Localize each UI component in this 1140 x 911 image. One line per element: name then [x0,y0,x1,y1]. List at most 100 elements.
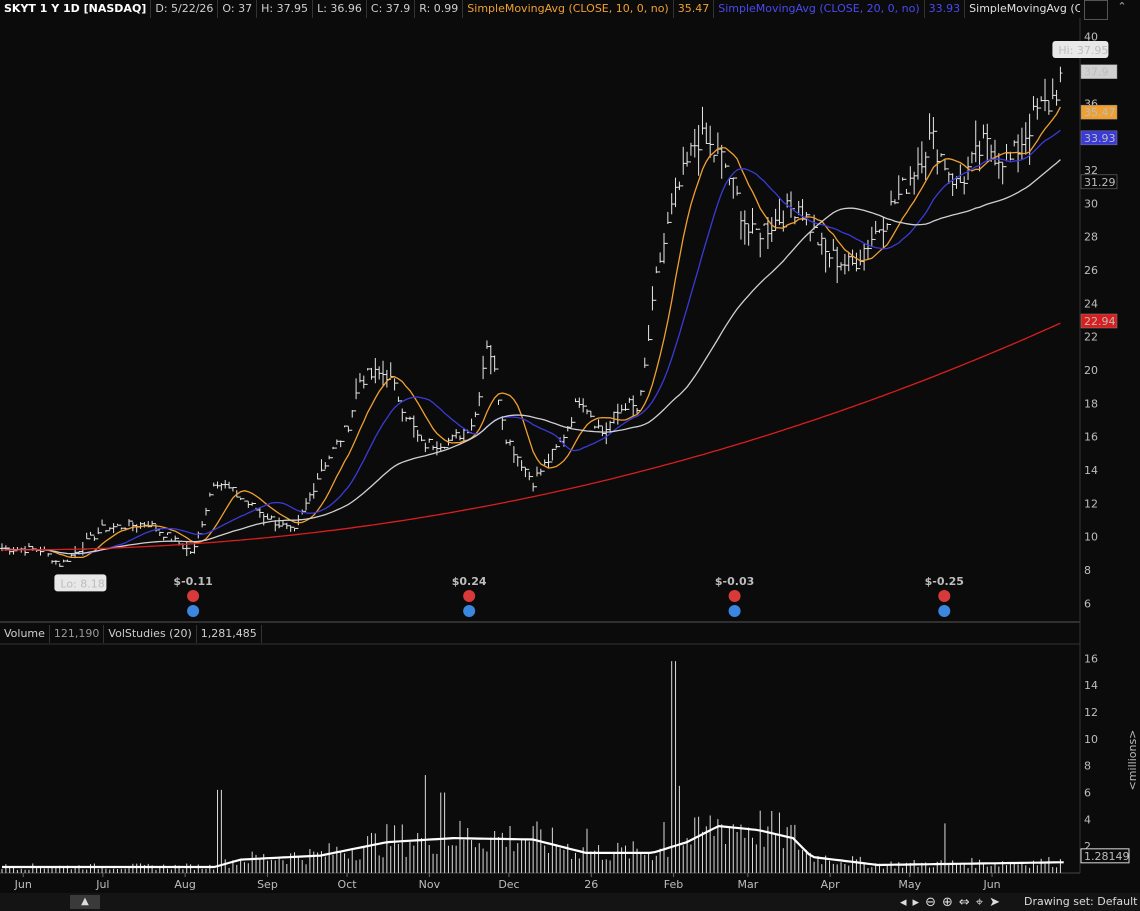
price-bar [854,252,859,272]
volstudies-label[interactable]: VolStudies (20) [104,625,197,643]
price-bar [307,492,312,504]
price-bar [581,398,586,413]
price-bar [1046,100,1051,115]
price-bar [665,211,670,244]
price-bar [611,411,616,424]
price-bar [11,547,16,555]
price-bar [134,524,139,533]
price-bar [958,164,963,183]
chevron-right-icon[interactable]: ▸ [913,895,920,910]
price-bar [935,130,940,175]
price-bar [592,415,597,429]
price-bar [654,266,659,301]
price-bar [846,252,851,272]
price-bar [311,483,316,499]
price-bar [623,403,628,411]
price-bar [488,345,493,375]
price-bar [1058,66,1063,101]
price-bar [496,368,501,405]
price-bar [762,223,767,240]
price-bar [615,403,620,425]
price-bar [265,513,270,520]
price-value-badge-label: 22.94 [1084,315,1116,328]
price-bar [130,520,135,532]
price-value-badge-label: 31.29 [1084,176,1116,189]
price-bar [754,223,759,230]
price-bar [481,355,486,398]
x-tick-label: Sep [257,878,278,891]
earnings-call-icon [728,590,741,602]
price-bar [42,546,47,553]
price-bar [334,439,339,449]
price-bar [203,507,208,526]
price-bar [57,560,62,567]
price-bar [862,243,867,271]
price-bar [88,531,93,540]
x-tick-label: Jul [95,878,109,891]
price-bar [746,223,751,246]
volstudies-value: 1,281,485 [197,625,262,643]
price-bar [100,519,105,534]
price-bar [381,360,386,386]
price-bar [92,534,97,541]
price-tick-label: 26 [1084,264,1098,277]
price-bar [304,498,309,512]
price-bar [431,438,436,451]
hi-label: Hi: 37.95 [1058,44,1108,57]
double-up-arrow-icon[interactable]: ▲ [70,895,100,909]
price-bar [438,443,443,451]
price-bar [354,378,359,412]
price-bar [1000,161,1005,185]
price-bar [523,466,528,478]
price-bar [26,543,31,554]
toolbar: ◂ ▸ ⊖ ⊕ ⇔ ⌖ ➤ [900,893,1000,911]
price-bar [115,523,120,528]
moving-averages [1,106,1061,559]
x-tick-label: Dec [498,878,519,891]
price-bar [269,515,274,520]
price-bar [361,375,366,389]
zoom-in-icon[interactable]: ⊕ [942,895,953,910]
earnings-bulb-icon [463,605,476,617]
chevron-left-icon[interactable]: ◂ [900,895,907,910]
price-bar [785,193,790,228]
x-tick-label: Feb [664,878,683,891]
price-bar [1054,89,1059,106]
zoom-out-icon[interactable]: ⊖ [925,895,936,910]
price-bar [407,416,412,421]
volume-tick-label: 12 [1084,706,1098,719]
price-bar [885,223,890,232]
price-bar [111,523,116,534]
volume-tick-label: 4 [1084,813,1091,826]
price-bar [708,125,713,158]
price-bar [596,419,601,429]
price-bar [215,481,220,489]
price-bar [758,228,763,258]
price-bar [292,526,297,532]
price-bar [219,483,224,491]
drawing-set-label[interactable]: Drawing set: Default [1024,893,1137,911]
price-bars [0,66,1063,567]
price-bar [688,142,693,163]
volume-tick-label: 8 [1084,760,1091,773]
price-bar [419,434,424,442]
cursor-icon[interactable]: ➤ [989,895,1000,910]
price-bar [588,410,593,418]
price-bar [1043,78,1048,112]
chart-canvas[interactable]: 4038363432302826242220181614121086161412… [0,0,1140,893]
volume-label[interactable]: Volume [0,625,50,643]
volume-value-badge-label: 1.28149 [1084,850,1130,863]
price-tick-label: 10 [1084,531,1098,544]
pan-arrows-icon[interactable]: ⇔ [959,895,970,910]
price-bar [646,325,651,366]
price-bar [923,151,928,181]
crosshair-icon[interactable]: ⌖ [976,895,983,910]
price-bar [342,425,347,442]
price-bar [511,440,516,463]
earnings-bulb-icon [187,605,200,617]
price-bar [442,446,447,449]
price-bar [411,415,416,438]
price-bar [211,482,216,496]
price-bar [577,397,582,408]
price-tick-label: 20 [1084,364,1098,377]
